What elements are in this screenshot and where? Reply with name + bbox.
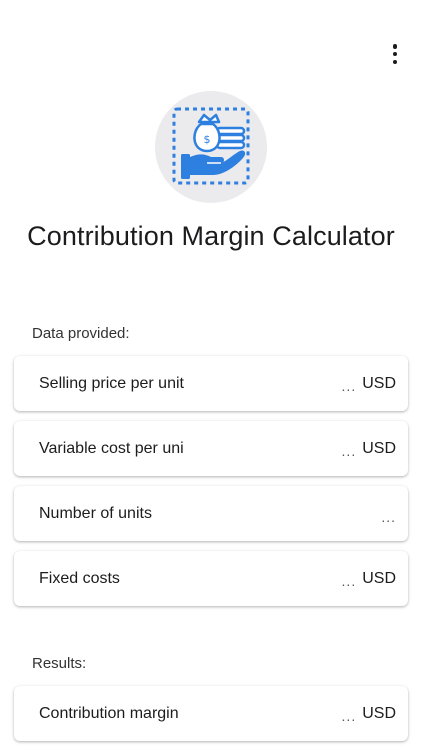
field-value: ... xyxy=(381,506,396,525)
fixed-costs-field[interactable]: Fixed costs ... USD xyxy=(14,551,408,606)
data-provided-label: Data provided: xyxy=(32,325,130,342)
unit-label: USD xyxy=(362,439,396,457)
app-logo: $ xyxy=(155,91,267,203)
variable-cost-field[interactable]: Variable cost per uni ... USD xyxy=(14,421,408,476)
field-label: Selling price per unit xyxy=(39,374,184,392)
menu-dot xyxy=(392,44,398,49)
menu-dot xyxy=(392,51,398,57)
selling-price-field[interactable]: Selling price per unit ... USD xyxy=(14,356,408,411)
value-placeholder: ... xyxy=(381,508,396,525)
field-value: ... USD xyxy=(341,569,396,589)
unit-label: USD xyxy=(362,374,396,392)
hand-money-bag-icon: $ xyxy=(172,107,250,185)
field-value: ... USD xyxy=(341,374,396,394)
value-placeholder: ... xyxy=(341,377,357,394)
result-value: ... USD xyxy=(341,704,396,724)
value-placeholder: ... xyxy=(341,707,357,724)
value-placeholder: ... xyxy=(341,572,357,589)
unit-label: USD xyxy=(362,569,396,587)
value-placeholder: ... xyxy=(341,442,357,459)
page-title: Contribution Margin Calculator xyxy=(27,221,395,251)
menu-dot xyxy=(392,59,398,64)
calculator-screen: $ Contribution Margin Calculator Data pr… xyxy=(0,0,422,750)
more-options-icon[interactable] xyxy=(384,42,406,66)
results-label: Results: xyxy=(32,655,87,672)
svg-text:$: $ xyxy=(204,133,211,146)
result-label: Contribution margin xyxy=(39,704,179,722)
field-label: Variable cost per uni xyxy=(39,439,184,457)
field-label: Number of units xyxy=(39,504,152,522)
field-value: ... USD xyxy=(341,439,396,459)
contribution-margin-result[interactable]: Contribution margin ... USD xyxy=(14,686,408,741)
field-label: Fixed costs xyxy=(39,569,120,587)
unit-label: USD xyxy=(362,704,396,722)
number-of-units-field[interactable]: Number of units ... xyxy=(14,486,408,541)
